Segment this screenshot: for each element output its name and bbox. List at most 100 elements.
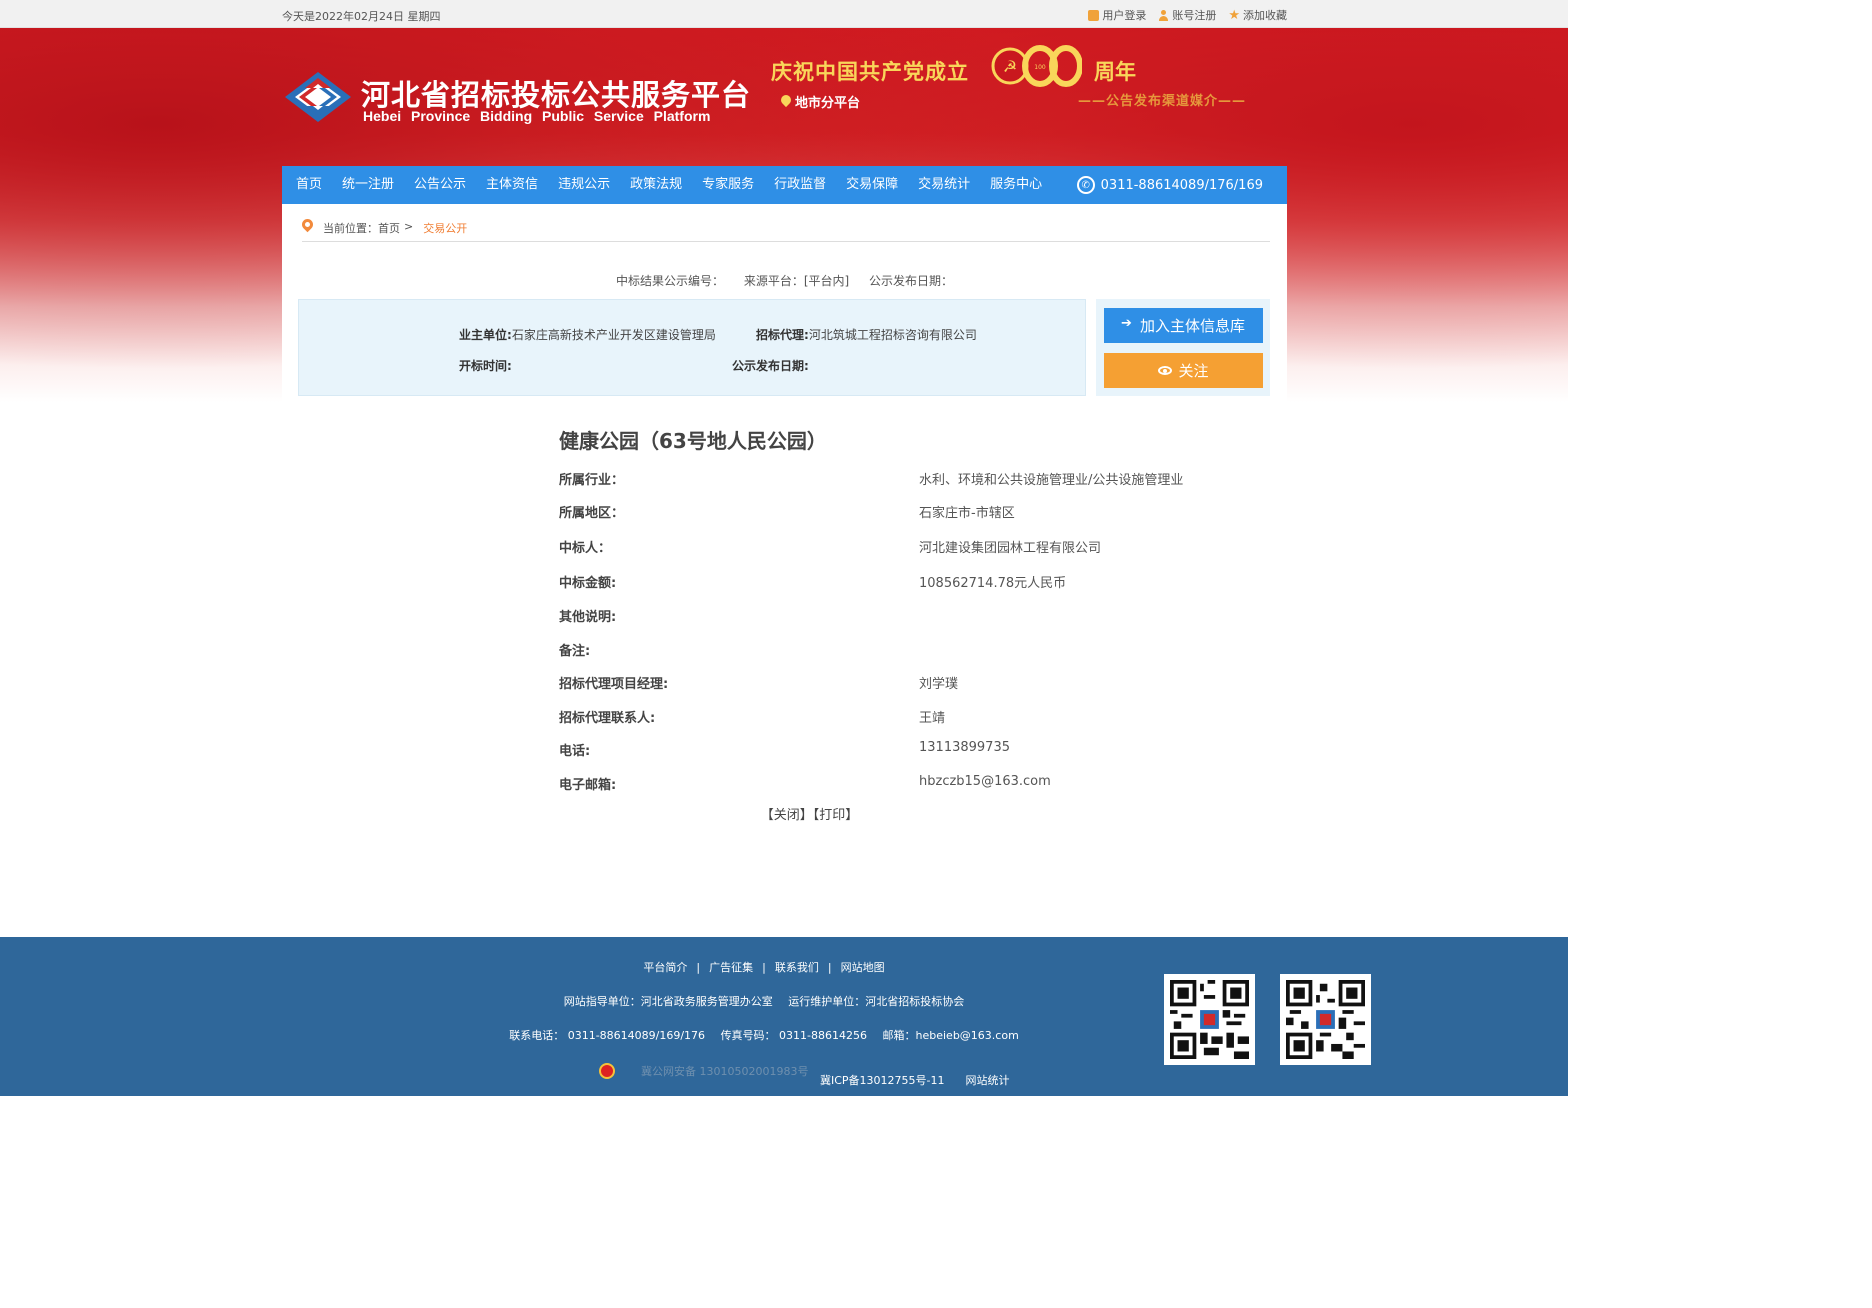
footer-link-about[interactable]: 平台简介 (643, 961, 687, 974)
detail-label: 招标代理联系人: (559, 711, 656, 726)
sign-in-icon (1121, 316, 1134, 332)
nav-experts[interactable]: 专家服务 (692, 166, 764, 204)
notice-publish-date: 公示发布日期： (869, 274, 954, 288)
nav-violations[interactable]: 违规公示 (548, 166, 620, 204)
site-subtitle-en: Hebei Province Bidding Public Service Pl… (363, 108, 711, 124)
publish-date-info: 公示发布日期: (732, 357, 809, 374)
nav-statistics[interactable]: 交易统计 (908, 166, 980, 204)
detail-label: 所属行业： (559, 473, 625, 488)
guide-unit: 网站指导单位：河北省政务服务管理办公室 (563, 995, 773, 1008)
star-icon: ★ (1228, 7, 1240, 23)
footer-link-sitemap[interactable]: 网站地图 (841, 961, 885, 974)
nav-credit[interactable]: 主体资信 (476, 166, 548, 204)
open-time-label: 开标时间: (459, 359, 512, 373)
breadcrumb-prefix: 当前位置： (323, 222, 378, 235)
hotline: ✆ 0311-88614089/176/169 (1076, 176, 1263, 194)
top-bar: 今天是2022年02月24日 星期四 用户登录 账号注册 ★ 添加收藏 (0, 0, 1568, 28)
agent-label: 招标代理: (756, 328, 809, 342)
detail-value: 河北建设集团园林工程有限公司 (919, 541, 1102, 556)
detail-value: 水利、环境和公共设施管理业/公共设施管理业 (919, 473, 1184, 488)
nav-guarantee[interactable]: 交易保障 (836, 166, 908, 204)
main-nav: 首页 统一注册 公告公示 主体资信 违规公示 政策法规 专家服务 行政监督 交易… (282, 166, 1287, 204)
qr-code-icon (1170, 980, 1249, 1059)
join-button-label: 加入主体信息库 (1139, 317, 1245, 335)
follow-button-label: 关注 (1178, 362, 1209, 380)
detail-label: 电子邮箱: (559, 778, 617, 793)
detail-label: 中标金额: (559, 576, 617, 591)
police-record[interactable]: 冀公网安备 13010502001983号 (599, 1063, 808, 1079)
follow-button[interactable]: 关注 (1104, 353, 1263, 388)
nav-register[interactable]: 统一注册 (332, 166, 404, 204)
close-button[interactable]: 【关闭】 (761, 808, 813, 823)
footer-fax: 传真号码： 0311-88614256 (720, 1029, 868, 1042)
notice-meta: 中标结果公示编号： 来源平台：[平台内] 公示发布日期： (282, 272, 1287, 289)
breadcrumb-home[interactable]: 首页 (378, 220, 400, 236)
breadcrumb: 当前位置： 首页 > 交易公开 (302, 220, 1270, 242)
owner-value: 石家庄高新技术产业开发区建设管理局 (511, 328, 716, 342)
favorite-label: 添加收藏 (1243, 9, 1287, 22)
branch-platform-link[interactable]: 地市分平台 (781, 92, 860, 111)
detail-label: 电话: (559, 744, 591, 759)
centenary-number: 100 (1034, 64, 1046, 71)
detail-label: 中标人： (559, 541, 612, 556)
icp-record: 冀ICP备13012755号-11 网站统计 (820, 1072, 1010, 1088)
phone-icon: ✆ (1076, 176, 1095, 194)
location-pin-icon (302, 219, 313, 234)
footer-link-contact[interactable]: 联系我们 (775, 961, 819, 974)
nav-home[interactable]: 首页 (282, 166, 332, 204)
footer-separator: | (762, 961, 766, 974)
police-record-text: 冀公网安备 13010502001983号 (641, 1065, 809, 1078)
breadcrumb-separator: > (404, 220, 414, 233)
login-label: 用户登录 (1102, 9, 1147, 22)
site-stats-link[interactable]: 网站统计 (966, 1072, 1010, 1088)
page-actions: 【关闭】【打印】 (282, 804, 1287, 823)
detail-label: 其他说明: (559, 610, 617, 625)
breadcrumb-current[interactable]: 交易公开 (423, 220, 467, 236)
hotline-number: 0311-88614089/176/169 (1100, 177, 1263, 193)
open-time-info: 开标时间: (459, 357, 512, 374)
qr-code-1 (1164, 974, 1255, 1065)
tender-info-box: 业主单位:石家庄高新技术产业开发区建设管理局 招标代理:河北筑城工程招标咨询有限… (298, 299, 1086, 396)
eye-icon (1158, 366, 1173, 375)
detail-value: 王靖 (919, 711, 946, 726)
svg-text:☭: ☭ (1003, 57, 1017, 76)
login-link[interactable]: 用户登录 (1088, 7, 1146, 23)
nav-service[interactable]: 服务中心 (980, 166, 1052, 204)
detail-value: 13113899735 (919, 740, 1010, 755)
detail-value: hbzczb15@163.com (919, 774, 1051, 789)
print-button[interactable]: 【打印】 (813, 808, 859, 823)
footer-separator: | (827, 961, 832, 974)
nav-announcements[interactable]: 公告公示 (404, 166, 476, 204)
media-channel-text: ——公告发布渠道媒介—— (1078, 94, 1247, 109)
detail-label: 备注: (559, 644, 591, 659)
icp-number[interactable]: 冀ICP备13012755号-11 (820, 1072, 945, 1088)
source-platform: 来源平台：[平台内] (743, 274, 850, 288)
publish-date-label: 公示发布日期: (732, 359, 809, 373)
detail-value: 石家庄市-市辖区 (919, 506, 1015, 521)
footer-separator: | (696, 961, 701, 974)
detail-value: 108562714.78元人民币 (919, 576, 1067, 591)
action-side-box: 加入主体信息库 关注 (1096, 299, 1270, 396)
nav-supervision[interactable]: 行政监督 (764, 166, 836, 204)
notice-number: 中标结果公示编号： (615, 274, 724, 288)
centenary-emblem: ☭ 100 (991, 45, 1082, 87)
project-title: 健康公园（63号地人民公园） (559, 429, 827, 453)
qr-code-icon (1286, 980, 1365, 1059)
owner-label: 业主单位: (459, 328, 512, 342)
agent-info: 招标代理:河北筑城工程招标咨询有限公司 (756, 326, 977, 343)
detail-value: 刘学璞 (919, 677, 959, 692)
join-database-button[interactable]: 加入主体信息库 (1104, 308, 1263, 343)
footer-link-ads[interactable]: 广告征集 (709, 961, 753, 974)
lock-icon (1088, 9, 1100, 21)
favorite-link[interactable]: ★ 添加收藏 (1228, 7, 1287, 23)
current-date: 今天是2022年02月24日 星期四 (282, 10, 441, 23)
site-footer: 平台简介 | 广告征集 | 联系我们 | 网站地图 网站指导单位：河北省政务服务管理办公室 … (0, 937, 1568, 1096)
nav-policy[interactable]: 政策法规 (620, 166, 692, 204)
site-logo[interactable] (283, 70, 353, 124)
register-label: 账号注册 (1172, 9, 1217, 22)
register-link[interactable]: 账号注册 (1158, 7, 1216, 23)
anniversary-text: 周年 (1094, 60, 1136, 84)
footer-email: 邮箱：hebeieb@163.com (882, 1029, 1019, 1042)
qr-code-2 (1280, 974, 1371, 1065)
detail-label: 招标代理项目经理: (559, 677, 669, 692)
